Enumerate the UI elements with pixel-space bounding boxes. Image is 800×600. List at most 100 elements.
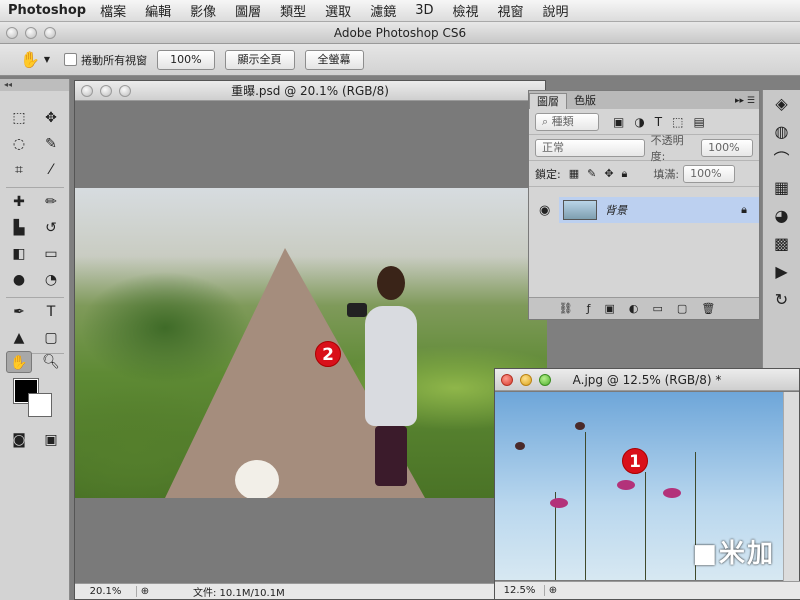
quick-select-icon[interactable]: ✎ (38, 133, 64, 155)
menu-filter[interactable]: 濾鏡 (370, 1, 396, 20)
menu-3d[interactable]: 3D (415, 3, 433, 18)
menu-layer[interactable]: 圖層 (235, 1, 261, 20)
lock-icon: 🔒︎ (741, 203, 747, 216)
menu-file[interactable]: 檔案 (100, 1, 126, 20)
quick-mask-icon[interactable]: ◙ (6, 429, 32, 451)
menu-help[interactable]: 說明 (543, 1, 569, 20)
screen-mode-icon[interactable]: ▣ (38, 429, 64, 451)
history-brush-icon[interactable]: ↺ (38, 217, 64, 239)
person-figure (365, 266, 419, 486)
close-icon[interactable] (6, 27, 18, 39)
swatches-dock-icon[interactable]: ▩ (763, 230, 800, 258)
status-menu-icon[interactable]: ⊕ (545, 585, 561, 596)
window-controls (6, 27, 56, 39)
zoom-level[interactable]: 12.5% (495, 585, 545, 596)
canvas-photo-flowers[interactable]: 1 ■米加 (495, 392, 785, 580)
lock-icons[interactable]: ▦✎✥🔒︎ (569, 167, 636, 181)
eraser-icon[interactable]: ◧ (6, 243, 32, 265)
filter-kind-select[interactable]: ⌕ 種類 (535, 112, 599, 131)
fill-label: 填滿: (653, 167, 680, 181)
fit-screen-button[interactable]: 顯示全頁 (224, 49, 295, 70)
eye-icon[interactable]: ◉ (539, 203, 550, 218)
zoom-100-button[interactable]: 100% (157, 49, 215, 70)
opacity-label: 不透明度: (650, 133, 684, 163)
fill-field[interactable]: 100% (683, 164, 736, 183)
healing-icon[interactable]: ✚ (6, 191, 32, 213)
minimize-icon[interactable] (25, 27, 37, 39)
close-icon[interactable] (81, 85, 93, 97)
lasso-icon[interactable]: ◌ (6, 133, 32, 155)
zoom-icon[interactable] (44, 27, 56, 39)
3d-dock-icon[interactable]: ▦ (763, 174, 800, 202)
marquee-icon[interactable]: ⬚ (6, 107, 32, 129)
blend-mode-select[interactable]: 正常 (535, 138, 645, 157)
menu-edit[interactable]: 編輯 (145, 1, 171, 20)
tools-panel-header[interactable]: ◂◂ (0, 79, 69, 91)
hand-icon[interactable]: ✋ (20, 50, 40, 69)
document-title: A.jpg @ 12.5% (RGB/8) * (572, 373, 722, 387)
shape-icon[interactable]: ▢ (38, 327, 64, 349)
paths-dock-icon[interactable]: ⌒ (763, 146, 800, 174)
canvas-photo-park[interactable]: 2 (75, 188, 547, 498)
tab-channels[interactable]: 色版 (567, 93, 603, 109)
tab-layers[interactable]: 圖層 (529, 93, 567, 109)
minimize-icon[interactable] (100, 85, 112, 97)
close-icon[interactable] (501, 374, 513, 386)
layers-dock-icon[interactable]: ◈ (763, 90, 800, 118)
menu-type[interactable]: 類型 (280, 1, 306, 20)
document-titlebar: A.jpg @ 12.5% (RGB/8) * (495, 369, 799, 391)
panel-menu-icon[interactable]: ▸▸ ☰ (735, 93, 755, 109)
background-color-swatch[interactable] (28, 393, 52, 417)
color-dock-icon[interactable]: ◕ (763, 202, 800, 230)
chevron-down-icon[interactable]: ▼ (44, 55, 50, 64)
gradient-icon[interactable]: ▭ (38, 243, 64, 265)
move-icon[interactable]: ✥ (38, 107, 64, 129)
blur-icon[interactable]: ● (6, 269, 32, 291)
type-icon[interactable]: T (38, 301, 64, 323)
menu-window[interactable]: 視窗 (498, 1, 524, 20)
path-select-icon[interactable]: ▲ (6, 327, 32, 349)
dodge-icon[interactable]: ◔ (38, 269, 64, 291)
hand-tool-icon[interactable]: ✋ (6, 351, 32, 373)
search-icon: ⌕ (542, 114, 552, 128)
menu-select[interactable]: 選取 (325, 1, 351, 20)
document-window-flowers: A.jpg @ 12.5% (RGB/8) * 1 ■米加 12.5% ⊕ (494, 368, 800, 600)
channels-dock-icon[interactable]: ◍ (763, 118, 800, 146)
actions-dock-icon[interactable]: ▶ (763, 258, 800, 286)
lock-row: 鎖定: ▦✎✥🔒︎ 填滿: 100% (529, 161, 759, 187)
status-menu-icon[interactable]: ⊕ (137, 586, 153, 597)
eyedropper-icon[interactable]: ⁄ (38, 159, 64, 181)
minimize-icon[interactable] (520, 374, 532, 386)
document-title: 重曝.psd @ 20.1% (RGB/8) (231, 84, 389, 98)
brush-icon[interactable]: ✏ (38, 191, 64, 213)
scroll-all-label: 捲動所有視窗 (81, 53, 148, 67)
zoom-icon[interactable] (119, 85, 131, 97)
crop-icon[interactable]: ⌗ (6, 159, 32, 181)
zoom-icon[interactable] (539, 374, 551, 386)
scroll-all-checkbox[interactable] (64, 53, 78, 66)
layer-row-background[interactable]: 背景 🔒︎ (559, 197, 759, 223)
camera-shape (347, 303, 367, 317)
pen-icon[interactable]: ✒ (6, 301, 32, 323)
options-bar: ✋ ▼ 捲動所有視窗 100% 顯示全頁 全螢幕 (0, 44, 800, 76)
layers-footer[interactable]: ⛓ƒ▣◐▭▢🗑︎ (529, 297, 759, 319)
app-title: Adobe Photoshop CS6 (333, 26, 467, 40)
full-screen-button[interactable]: 全螢幕 (304, 49, 364, 70)
menu-view[interactable]: 檢視 (452, 1, 478, 20)
history-dock-icon[interactable]: ↻ (763, 286, 800, 314)
window-controls (501, 374, 551, 386)
zoom-level[interactable]: 20.1% (75, 586, 137, 597)
window-controls (81, 85, 131, 97)
annotation-badge-2: 2 (315, 341, 341, 367)
annotation-badge-1: 1 (622, 448, 648, 474)
lock-label: 鎖定: (535, 167, 561, 181)
opacity-field[interactable]: 100% (701, 138, 753, 157)
menu-image[interactable]: 影像 (190, 1, 216, 20)
layers-panel: 圖層 色版 ▸▸ ☰ ⌕ 種類 ▣◑T⬚▤ 正常 不透明度: 100% 鎖定: … (528, 90, 760, 320)
vertical-scrollbar[interactable] (783, 392, 799, 582)
divider (6, 297, 64, 298)
filter-icons[interactable]: ▣◑T⬚▤ (613, 115, 715, 129)
app-menu[interactable]: Photoshop (8, 3, 86, 18)
stamp-icon[interactable]: ▙ (6, 217, 32, 239)
zoom-tool-icon[interactable]: 🔍︎ (38, 351, 64, 373)
